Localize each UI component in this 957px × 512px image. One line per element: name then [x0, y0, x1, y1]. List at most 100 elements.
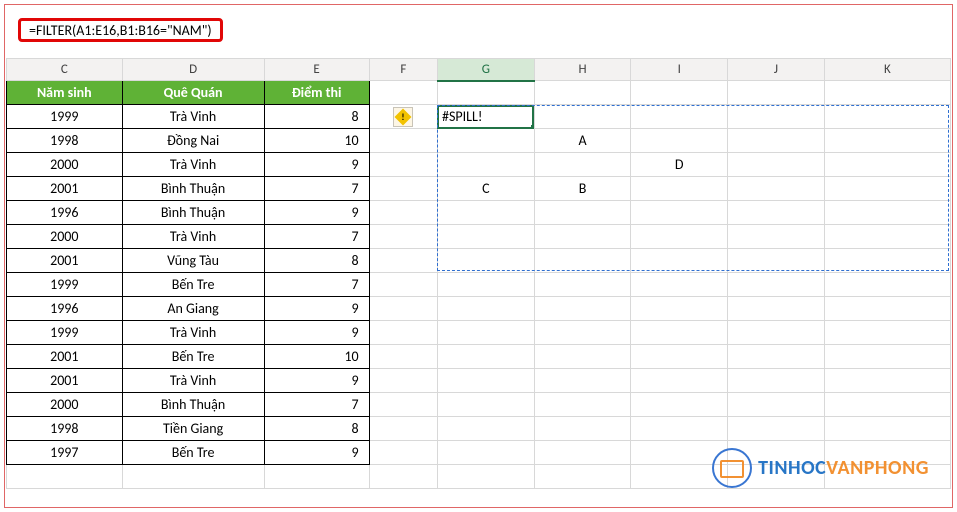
cell[interactable] — [728, 153, 825, 177]
cell[interactable] — [824, 297, 950, 321]
cell[interactable] — [824, 249, 950, 273]
col-header-F[interactable]: F — [369, 59, 437, 81]
cell[interactable] — [534, 81, 631, 105]
cell[interactable]: Trà Vinh — [122, 153, 264, 177]
col-header-J[interactable]: J — [728, 59, 825, 81]
cell[interactable]: 9 — [264, 321, 369, 345]
cell[interactable] — [369, 201, 437, 225]
cell[interactable] — [728, 201, 825, 225]
cell[interactable] — [369, 369, 437, 393]
cell[interactable]: 8 — [264, 417, 369, 441]
cell[interactable] — [631, 225, 728, 249]
selected-cell[interactable]: #SPILL! — [437, 105, 534, 129]
cell[interactable] — [369, 441, 437, 465]
col-header-D[interactable]: D — [122, 59, 264, 81]
col-header-K[interactable]: K — [824, 59, 950, 81]
cell[interactable] — [369, 297, 437, 321]
col-header-C[interactable]: C — [7, 59, 123, 81]
cell[interactable] — [824, 345, 950, 369]
cell[interactable] — [369, 129, 437, 153]
cell[interactable]: Đồng Nai — [122, 129, 264, 153]
cell[interactable] — [437, 417, 534, 441]
cell[interactable] — [728, 81, 825, 105]
cell[interactable] — [534, 225, 631, 249]
cell[interactable] — [369, 465, 437, 489]
cell[interactable]: 9 — [264, 441, 369, 465]
cell[interactable]: Vũng Tàu — [122, 249, 264, 273]
cell[interactable] — [534, 417, 631, 441]
cell[interactable] — [437, 441, 534, 465]
cell[interactable] — [534, 249, 631, 273]
cell[interactable] — [631, 273, 728, 297]
cell[interactable] — [7, 465, 123, 489]
cell[interactable]: 7 — [264, 177, 369, 201]
cell[interactable] — [824, 321, 950, 345]
cell[interactable] — [369, 273, 437, 297]
cell[interactable]: 2001 — [7, 369, 123, 393]
cell[interactable]: 1999 — [7, 273, 123, 297]
cell[interactable] — [437, 369, 534, 393]
cell[interactable] — [728, 321, 825, 345]
cell[interactable]: 2001 — [7, 177, 123, 201]
cell[interactable]: Bến Tre — [122, 345, 264, 369]
cell[interactable] — [728, 369, 825, 393]
cell[interactable]: 7 — [264, 393, 369, 417]
cell[interactable]: B — [534, 177, 631, 201]
cell[interactable] — [264, 465, 369, 489]
cell[interactable] — [369, 81, 437, 105]
cell[interactable] — [728, 225, 825, 249]
cell[interactable] — [437, 153, 534, 177]
cell[interactable]: 8 — [264, 249, 369, 273]
cell[interactable] — [534, 153, 631, 177]
cell[interactable] — [369, 249, 437, 273]
cell[interactable] — [534, 393, 631, 417]
cell[interactable]: A — [534, 129, 631, 153]
cell[interactable] — [369, 177, 437, 201]
cell[interactable] — [534, 321, 631, 345]
col-header-G[interactable]: G — [437, 59, 534, 81]
cell[interactable]: 2000 — [7, 153, 123, 177]
cell[interactable] — [369, 153, 437, 177]
cell[interactable]: Bến Tre — [122, 441, 264, 465]
cell[interactable] — [437, 273, 534, 297]
cell[interactable]: Bến Tre — [122, 273, 264, 297]
cell[interactable]: 7 — [264, 225, 369, 249]
header-hometown[interactable]: Quê Quán — [122, 81, 264, 105]
spreadsheet-grid[interactable]: C D E F G H I J K Năm sinh Quê Quán Điểm… — [6, 58, 951, 506]
cell[interactable]: Trà Vinh — [122, 321, 264, 345]
cell[interactable] — [437, 201, 534, 225]
cell[interactable] — [369, 417, 437, 441]
header-year[interactable]: Năm sinh — [7, 81, 123, 105]
cell[interactable] — [437, 465, 534, 489]
cell[interactable] — [824, 201, 950, 225]
cell[interactable] — [437, 129, 534, 153]
cell[interactable]: 9 — [264, 201, 369, 225]
cell[interactable] — [437, 225, 534, 249]
cell[interactable]: 1999 — [7, 105, 123, 129]
cell[interactable]: 7 — [264, 273, 369, 297]
cell[interactable] — [631, 345, 728, 369]
cell[interactable]: 1996 — [7, 297, 123, 321]
col-header-E[interactable]: E — [264, 59, 369, 81]
cell[interactable]: 9 — [264, 297, 369, 321]
cell[interactable] — [631, 417, 728, 441]
cell[interactable] — [631, 321, 728, 345]
cell[interactable] — [534, 441, 631, 465]
cell[interactable]: Bình Thuận — [122, 393, 264, 417]
cell[interactable]: 2000 — [7, 225, 123, 249]
cell[interactable] — [534, 345, 631, 369]
cell[interactable] — [728, 129, 825, 153]
cell[interactable] — [534, 369, 631, 393]
col-header-I[interactable]: I — [631, 59, 728, 81]
cell[interactable]: D — [631, 153, 728, 177]
cell[interactable] — [534, 297, 631, 321]
cell[interactable] — [824, 81, 950, 105]
cell[interactable] — [728, 273, 825, 297]
cell[interactable] — [437, 393, 534, 417]
cell[interactable]: Trà Vinh — [122, 225, 264, 249]
cell[interactable] — [728, 105, 825, 129]
cell[interactable] — [824, 417, 950, 441]
cell[interactable]: 8 — [264, 105, 369, 129]
cell[interactable] — [824, 393, 950, 417]
cell[interactable]: 1996 — [7, 201, 123, 225]
